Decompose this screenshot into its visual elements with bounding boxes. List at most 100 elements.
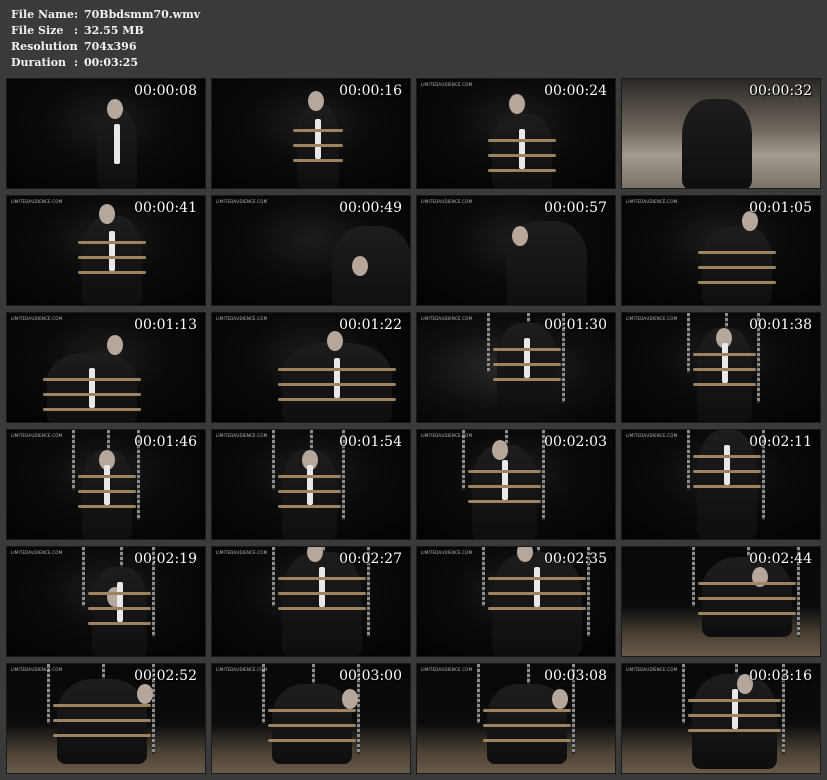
video-thumbnail[interactable]: LIMITEDAUDIENCE.COM 00:01:05 — [621, 195, 821, 306]
video-thumbnail[interactable]: LIMITEDAUDIENCE.COM 00:01:38 — [621, 312, 821, 423]
rope-shape — [78, 271, 146, 274]
video-thumbnail[interactable]: LIMITEDAUDIENCE.COM 00:01:54 — [211, 429, 411, 540]
video-thumbnail[interactable]: LIMITEDAUDIENCE.COM 00:02:52 — [6, 663, 206, 774]
video-thumbnail[interactable]: 00:00:32 — [621, 78, 821, 189]
video-thumbnail[interactable]: LIMITEDAUDIENCE.COM 00:01:46 — [6, 429, 206, 540]
file-info-row: File Name:70Bbdsmm70.wmv — [11, 7, 200, 23]
rope-shape — [693, 485, 761, 488]
tie-shape — [306, 465, 313, 505]
video-thumbnail[interactable]: LIMITEDAUDIENCE.COM 00:02:03 — [416, 429, 616, 540]
rope-shape — [698, 251, 776, 254]
chain-shape — [272, 547, 275, 607]
video-thumbnail[interactable]: LIMITEDAUDIENCE.COM 00:03:00 — [211, 663, 411, 774]
video-thumbnail[interactable]: 00:02:44 — [621, 546, 821, 657]
tie-shape — [731, 689, 738, 729]
tie-shape — [104, 465, 110, 505]
file-info-separator: : — [74, 8, 79, 21]
thumbnail-timestamp: 00:01:46 — [134, 434, 197, 450]
thumbnail-timestamp: 00:01:38 — [749, 317, 812, 333]
chain-shape — [487, 313, 490, 373]
video-thumbnail[interactable]: 00:00:16 — [211, 78, 411, 189]
face-shape — [308, 91, 324, 111]
rope-shape — [468, 485, 541, 488]
video-thumbnail[interactable]: 00:00:08 — [6, 78, 206, 189]
thumbnail-timestamp: 00:02:27 — [339, 551, 402, 567]
rope-shape — [693, 455, 761, 458]
watermark-text: LIMITEDAUDIENCE.COM — [216, 316, 268, 321]
thumbnail-timestamp: 00:03:08 — [544, 668, 607, 684]
rope-shape — [293, 129, 343, 132]
rope-shape — [268, 709, 356, 712]
video-thumbnail[interactable]: LIMITEDAUDIENCE.COM 00:02:35 — [416, 546, 616, 657]
watermark-text: LIMITEDAUDIENCE.COM — [626, 316, 678, 321]
chain-shape — [482, 547, 485, 607]
rope-shape — [693, 470, 761, 473]
thumbnail-timestamp: 00:00:32 — [749, 83, 812, 99]
rope-shape — [688, 699, 781, 702]
rope-shape — [483, 724, 571, 727]
rope-shape — [488, 154, 556, 157]
rope-shape — [293, 159, 343, 162]
rope-shape — [493, 378, 561, 381]
video-thumbnail[interactable]: LIMITEDAUDIENCE.COM 00:01:13 — [6, 312, 206, 423]
rope-shape — [278, 398, 396, 401]
watermark-text: LIMITEDAUDIENCE.COM — [11, 550, 63, 555]
face-shape — [352, 256, 368, 276]
face-shape — [137, 684, 153, 704]
tie-shape — [724, 445, 730, 485]
video-thumbnail[interactable]: LIMITEDAUDIENCE.COM 00:03:08 — [416, 663, 616, 774]
rope-shape — [483, 739, 571, 742]
figure-silhouette — [682, 99, 752, 188]
chain-shape — [462, 430, 465, 490]
thumbnail-timestamp: 00:02:35 — [544, 551, 607, 567]
thumbnail-timestamp: 00:01:13 — [134, 317, 197, 333]
tie-shape — [315, 119, 321, 159]
video-thumbnail[interactable]: LIMITEDAUDIENCE.COM 00:02:19 — [6, 546, 206, 657]
video-thumbnail[interactable]: LIMITEDAUDIENCE.COM 00:00:57 — [416, 195, 616, 306]
rope-shape — [278, 607, 366, 610]
video-thumbnail[interactable]: LIMITEDAUDIENCE.COM 00:01:22 — [211, 312, 411, 423]
thumbnail-timestamp: 00:00:49 — [339, 200, 402, 216]
rope-shape — [488, 139, 556, 142]
rope-shape — [278, 383, 396, 386]
file-info-panel: File Name:70Bbdsmm70.wmv File Size:32.55 … — [11, 7, 200, 71]
video-thumbnail[interactable]: LIMITEDAUDIENCE.COM 00:02:11 — [621, 429, 821, 540]
rope-shape — [278, 475, 341, 478]
video-thumbnail[interactable]: LIMITEDAUDIENCE.COM 00:00:49 — [211, 195, 411, 306]
rope-shape — [43, 378, 141, 381]
chain-shape — [272, 430, 275, 490]
rope-shape — [278, 592, 366, 595]
rope-shape — [268, 739, 356, 742]
face-shape — [552, 689, 568, 709]
rope-shape — [88, 607, 151, 610]
rope-shape — [268, 724, 356, 727]
chain-shape — [477, 664, 480, 724]
watermark-text: LIMITEDAUDIENCE.COM — [216, 199, 268, 204]
thumbnail-timestamp: 00:03:16 — [749, 668, 812, 684]
thumbnail-timestamp: 00:01:05 — [749, 200, 812, 216]
rope-shape — [698, 266, 776, 269]
watermark-text: LIMITEDAUDIENCE.COM — [421, 82, 473, 87]
chain-shape — [72, 430, 75, 490]
tie-shape — [534, 567, 540, 607]
file-info-row: Resolution:704x396 — [11, 39, 200, 55]
rope-shape — [493, 363, 561, 366]
video-thumbnail[interactable]: LIMITEDAUDIENCE.COM 00:02:27 — [211, 546, 411, 657]
video-thumbnail[interactable]: LIMITEDAUDIENCE.COM 00:03:16 — [621, 663, 821, 774]
rope-shape — [278, 577, 366, 580]
thumbnail-timestamp: 00:02:19 — [134, 551, 197, 567]
thumbnail-timestamp: 00:01:30 — [544, 317, 607, 333]
face-shape — [512, 226, 528, 246]
video-thumbnail[interactable]: LIMITEDAUDIENCE.COM 00:00:24 — [416, 78, 616, 189]
rope-shape — [693, 383, 756, 386]
rope-shape — [78, 490, 136, 493]
thumbnail-timestamp: 00:00:08 — [134, 83, 197, 99]
video-thumbnail[interactable]: LIMITEDAUDIENCE.COM 00:00:41 — [6, 195, 206, 306]
watermark-text: LIMITEDAUDIENCE.COM — [421, 667, 473, 672]
chain-shape — [47, 664, 50, 724]
rope-shape — [488, 607, 586, 610]
tie-shape — [89, 368, 95, 408]
video-thumbnail[interactable]: LIMITEDAUDIENCE.COM 00:01:30 — [416, 312, 616, 423]
file-info-value: 704x396 — [84, 40, 137, 53]
rope-shape — [693, 353, 756, 356]
